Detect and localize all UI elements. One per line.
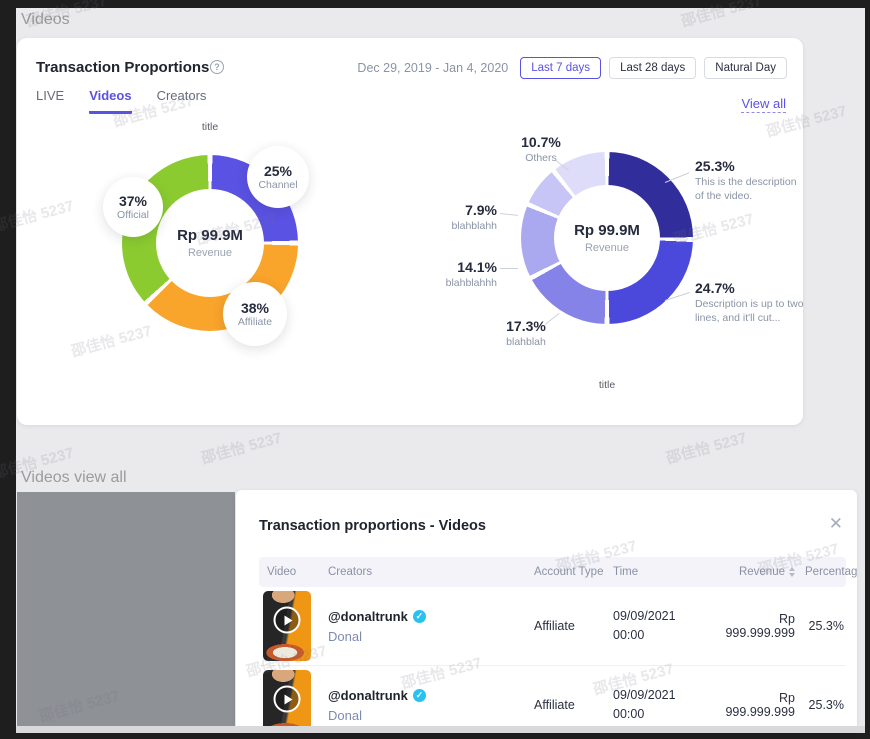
seg-14-1-label: blahblahhh [420, 277, 497, 291]
col-header-creators: Creators [320, 566, 526, 578]
col-header-video: Video [259, 566, 320, 578]
natural-day-button[interactable]: Natural Day [704, 57, 787, 79]
video-thumbnail[interactable] [263, 591, 311, 661]
leader-line [500, 268, 518, 269]
transaction-proportions-modal: Transaction proportions - Videos ✕ Video… [236, 490, 857, 733]
left-label-channel: 25% Channel [247, 146, 309, 208]
creator-name[interactable]: Donal [328, 708, 526, 723]
page-title: Videos [21, 11, 70, 29]
creator-handle[interactable]: @donaltrunk [328, 609, 408, 624]
right-label-25-3: 25.3% This is the description of the vid… [695, 158, 799, 203]
col-header-percentage: Percentage [797, 566, 846, 578]
left-label-official: 37% Official [103, 177, 163, 237]
col-header-account-type: Account Type [526, 566, 605, 578]
card-title: Transaction Proportions [36, 59, 209, 76]
creator-name[interactable]: Donal [328, 629, 526, 644]
official-pct: 37% [119, 193, 147, 209]
table-header-row: Video Creators Account Type Time Revenue… [259, 557, 846, 587]
time-clock: 00:00 [613, 705, 711, 724]
creator-handle[interactable]: @donaltrunk [328, 688, 408, 703]
play-icon[interactable] [274, 686, 301, 713]
date-filter-group: Dec 29, 2019 - Jan 4, 2020 Last 7 days L… [357, 57, 787, 79]
left-donut-center: Rp 99.9M Revenue [156, 189, 264, 297]
tab-videos[interactable]: Videos [89, 88, 131, 114]
revenue-cell: Rp 999.999.999 [711, 612, 797, 640]
others-label: Others [505, 152, 577, 166]
seg-24-7-label: Description is up to two lines, and it'l… [695, 298, 807, 325]
right-donut-center: Rp 99.9M Revenue [554, 185, 660, 291]
chart-tabs: LIVE Videos Creators [36, 88, 206, 114]
channel-label: Channel [258, 179, 297, 191]
right-center-label: Revenue [585, 242, 629, 254]
tab-live[interactable]: LIVE [36, 88, 64, 114]
time-cell: 09/09/2021 00:00 [605, 686, 711, 725]
video-thumbnail[interactable] [263, 670, 311, 733]
last-28-days-button[interactable]: Last 28 days [609, 57, 696, 79]
table-row[interactable]: @donaltrunk ✓ Donal Affiliate 09/09/2021… [259, 666, 846, 733]
last-7-days-button[interactable]: Last 7 days [520, 57, 601, 79]
modal-title: Transaction proportions - Videos [259, 518, 486, 534]
seg-17-3-label: blahblah [490, 336, 562, 350]
transaction-proportions-card: Transaction Proportions ? Dec 29, 2019 -… [17, 38, 803, 425]
right-label-7-9: 7.9% blahblahh [420, 202, 497, 234]
creator-cell: @donaltrunk ✓ Donal [320, 609, 526, 644]
seg-14-1-pct: 14.1% [420, 259, 497, 275]
left-label-affiliate: 38% Affiliate [223, 282, 287, 346]
videos-table: Video Creators Account Type Time Revenue… [259, 557, 846, 733]
time-date: 09/09/2021 [613, 686, 711, 705]
time-date: 09/09/2021 [613, 607, 711, 626]
seg-24-7-pct: 24.7% [695, 280, 807, 296]
play-icon[interactable] [274, 607, 301, 634]
right-label-14-1: 14.1% blahblahhh [420, 259, 497, 291]
affiliate-pct: 38% [241, 300, 269, 316]
info-icon[interactable]: ? [210, 60, 224, 74]
verified-icon: ✓ [413, 689, 426, 702]
right-label-24-7: 24.7% Description is up to two lines, an… [695, 280, 807, 325]
others-pct: 10.7% [505, 134, 577, 150]
leader-line [500, 213, 518, 216]
close-icon[interactable]: ✕ [829, 514, 843, 534]
seg-25-3-pct: 25.3% [695, 158, 799, 174]
left-center-value: Rp 99.9M [177, 227, 243, 244]
account-type-cell: Affiliate [526, 619, 605, 633]
account-type-cell: Affiliate [526, 698, 605, 712]
view-all-link[interactable]: View all [741, 96, 786, 113]
left-chart-title: title [170, 121, 250, 133]
creator-cell: @donaltrunk ✓ Donal [320, 688, 526, 723]
percentage-cell: 25.3% [797, 698, 846, 712]
revenue-header-label: Revenue [739, 566, 785, 578]
percentage-cell: 25.3% [797, 619, 846, 633]
section-title-videos-view-all: Videos view all [21, 469, 127, 487]
seg-7-9-pct: 7.9% [420, 202, 497, 218]
time-cell: 09/09/2021 00:00 [605, 607, 711, 646]
left-center-label: Revenue [188, 247, 232, 259]
verified-icon: ✓ [413, 610, 426, 623]
tab-creators[interactable]: Creators [157, 88, 207, 114]
right-label-17-3: 17.3% blahblah [490, 318, 562, 350]
official-label: Official [117, 209, 149, 221]
right-label-others: 10.7% Others [505, 134, 577, 166]
channel-pct: 25% [264, 163, 292, 179]
seg-25-3-label: This is the description of the video. [695, 176, 799, 203]
col-header-revenue[interactable]: Revenue [711, 566, 797, 578]
seg-17-3-pct: 17.3% [490, 318, 562, 334]
time-clock: 00:00 [613, 626, 711, 645]
date-range-label: Dec 29, 2019 - Jan 4, 2020 [357, 61, 508, 75]
right-center-value: Rp 99.9M [574, 222, 640, 239]
placeholder-panel [17, 492, 235, 731]
right-chart-title: title [567, 379, 647, 391]
col-header-time: Time [605, 566, 711, 578]
table-row[interactable]: @donaltrunk ✓ Donal Affiliate 09/09/2021… [259, 587, 846, 666]
revenue-cell: Rp 999.999.999 [711, 691, 797, 719]
affiliate-label: Affiliate [238, 316, 272, 328]
seg-7-9-label: blahblahh [420, 220, 497, 234]
horizontal-scrollbar[interactable] [16, 726, 865, 733]
sort-icon[interactable] [789, 567, 795, 577]
